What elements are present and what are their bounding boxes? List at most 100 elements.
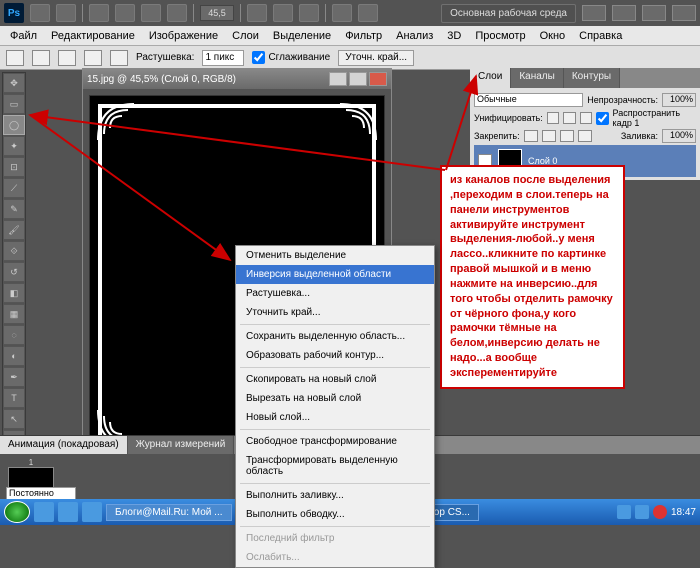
divider: [193, 4, 194, 22]
gradient-tool[interactable]: ▦: [3, 304, 25, 324]
clone-stamp-tool[interactable]: ⟐: [3, 241, 25, 261]
context-menu-item[interactable]: Выполнить заливку...: [236, 486, 434, 505]
history-brush-tool[interactable]: ↺: [3, 262, 25, 282]
lasso-tool[interactable]: ◯: [3, 115, 25, 135]
menu-file[interactable]: Файл: [4, 28, 43, 44]
feather-input[interactable]: [202, 50, 244, 66]
tab-measurement-log[interactable]: Журнал измерений: [128, 436, 235, 454]
arrange-docs-button[interactable]: [332, 4, 352, 22]
view-grid-button[interactable]: [167, 4, 187, 22]
pen-tool[interactable]: ✒: [3, 367, 25, 387]
doc-close-button[interactable]: [369, 72, 387, 86]
menu-edit[interactable]: Редактирование: [45, 28, 141, 44]
lock-transparency-icon[interactable]: [524, 130, 538, 142]
zoom-tool-button[interactable]: [273, 4, 293, 22]
quicklaunch-icon[interactable]: [82, 502, 102, 522]
path-selection-tool[interactable]: ↖: [3, 409, 25, 429]
document-titlebar[interactable]: 15.jpg @ 45,5% (Слой 0, RGB/8): [83, 69, 391, 89]
tray-icon[interactable]: [653, 505, 667, 519]
menu-help[interactable]: Справка: [573, 28, 628, 44]
eraser-tool[interactable]: ◧: [3, 283, 25, 303]
minibridge-button[interactable]: [56, 4, 76, 22]
magic-wand-tool[interactable]: ✦: [3, 136, 25, 156]
taskbar-item[interactable]: Блоги@Mail.Ru: Мой ...: [106, 504, 232, 521]
view-guides-button[interactable]: [141, 4, 161, 22]
context-menu-item[interactable]: Отменить выделение: [236, 246, 434, 265]
bridge-button[interactable]: [30, 4, 50, 22]
opacity-input[interactable]: 100%: [662, 93, 696, 107]
lock-pixels-icon[interactable]: [542, 130, 556, 142]
context-menu-item[interactable]: Выполнить обводку...: [236, 505, 434, 524]
eyedropper-tool[interactable]: ⟋: [3, 178, 25, 198]
tab-animation[interactable]: Анимация (покадровая): [0, 436, 128, 454]
crop-tool[interactable]: ⊡: [3, 157, 25, 177]
context-menu-item[interactable]: Новый слой...: [236, 408, 434, 427]
doc-minimize-button[interactable]: [329, 72, 347, 86]
blur-tool[interactable]: ◌: [3, 325, 25, 345]
selection-intersect-icon[interactable]: [110, 50, 128, 66]
context-menu-item[interactable]: Растушевка...: [236, 284, 434, 303]
menu-window[interactable]: Окно: [534, 28, 572, 44]
unify-pos-icon[interactable]: [547, 112, 560, 124]
photoshop-logo-icon: Ps: [4, 3, 24, 23]
unify-vis-icon[interactable]: [563, 112, 576, 124]
menu-bar: Файл Редактирование Изображение Слои Выд…: [0, 26, 700, 46]
context-menu-item[interactable]: Образовать рабочий контур...: [236, 346, 434, 365]
menu-layers[interactable]: Слои: [226, 28, 265, 44]
context-menu-item[interactable]: Инверсия выделенной области: [236, 265, 434, 284]
menu-view[interactable]: Просмотр: [469, 28, 531, 44]
propagate-checkbox[interactable]: Распространить кадр 1: [596, 108, 696, 128]
menu-analysis[interactable]: Анализ: [390, 28, 439, 44]
selection-subtract-icon[interactable]: [84, 50, 102, 66]
refine-edge-button[interactable]: Уточн. край...: [338, 50, 414, 66]
zoom-level-input[interactable]: 45,5: [200, 5, 234, 21]
context-menu-item[interactable]: Вырезать на новый слой: [236, 389, 434, 408]
rotate-view-button[interactable]: [299, 4, 319, 22]
tab-channels[interactable]: Каналы: [511, 68, 564, 88]
context-menu-item[interactable]: Трансформировать выделенную область: [236, 451, 434, 481]
minimize-button[interactable]: [612, 5, 636, 21]
type-tool[interactable]: T: [3, 388, 25, 408]
marquee-tool[interactable]: ▭: [3, 94, 25, 114]
doc-maximize-button[interactable]: [349, 72, 367, 86]
context-menu-item[interactable]: Уточнить край...: [236, 303, 434, 322]
workspace-switcher[interactable]: Основная рабочая среда: [441, 4, 576, 23]
fill-input[interactable]: 100%: [662, 129, 696, 143]
maximize-button[interactable]: [642, 5, 666, 21]
move-tool[interactable]: ✥: [3, 73, 25, 93]
dodge-tool[interactable]: ◐: [3, 346, 25, 366]
menu-select[interactable]: Выделение: [267, 28, 337, 44]
context-menu-item[interactable]: Свободное трансформирование: [236, 432, 434, 451]
antialias-checkbox[interactable]: Сглаживание: [252, 51, 330, 64]
right-panel-dock: Слои Каналы Контуры Обычные Непрозрачнос…: [470, 68, 700, 180]
antialias-check[interactable]: [252, 51, 265, 64]
context-menu-item[interactable]: Сохранить выделенную область...: [236, 327, 434, 346]
tray-icon[interactable]: [635, 505, 649, 519]
hand-tool-button[interactable]: [247, 4, 267, 22]
menu-filter[interactable]: Фильтр: [339, 28, 388, 44]
quicklaunch-icon[interactable]: [58, 502, 78, 522]
blend-mode-select[interactable]: Обычные: [474, 93, 583, 107]
close-button[interactable]: [672, 5, 696, 21]
menu-image[interactable]: Изображение: [143, 28, 224, 44]
start-button[interactable]: [4, 501, 30, 523]
screen-mode-button[interactable]: [358, 4, 378, 22]
view-rulers-button[interactable]: [115, 4, 135, 22]
clock[interactable]: 18:47: [671, 507, 696, 518]
selection-add-icon[interactable]: [58, 50, 76, 66]
unify-style-icon[interactable]: [580, 112, 593, 124]
selection-new-icon[interactable]: [32, 50, 50, 66]
lock-all-icon[interactable]: [578, 130, 592, 142]
tab-layers[interactable]: Слои: [470, 68, 511, 88]
system-tray[interactable]: 18:47: [617, 505, 696, 519]
csLive-button[interactable]: [582, 5, 606, 21]
tab-paths[interactable]: Контуры: [564, 68, 620, 88]
view-extras-button[interactable]: [89, 4, 109, 22]
menu-3d[interactable]: 3D: [441, 28, 467, 44]
tray-icon[interactable]: [617, 505, 631, 519]
healing-brush-tool[interactable]: ✎: [3, 199, 25, 219]
context-menu-item[interactable]: Скопировать на новый слой: [236, 370, 434, 389]
lock-position-icon[interactable]: [560, 130, 574, 142]
quicklaunch-icon[interactable]: [34, 502, 54, 522]
brush-tool[interactable]: 🖌: [3, 220, 25, 240]
